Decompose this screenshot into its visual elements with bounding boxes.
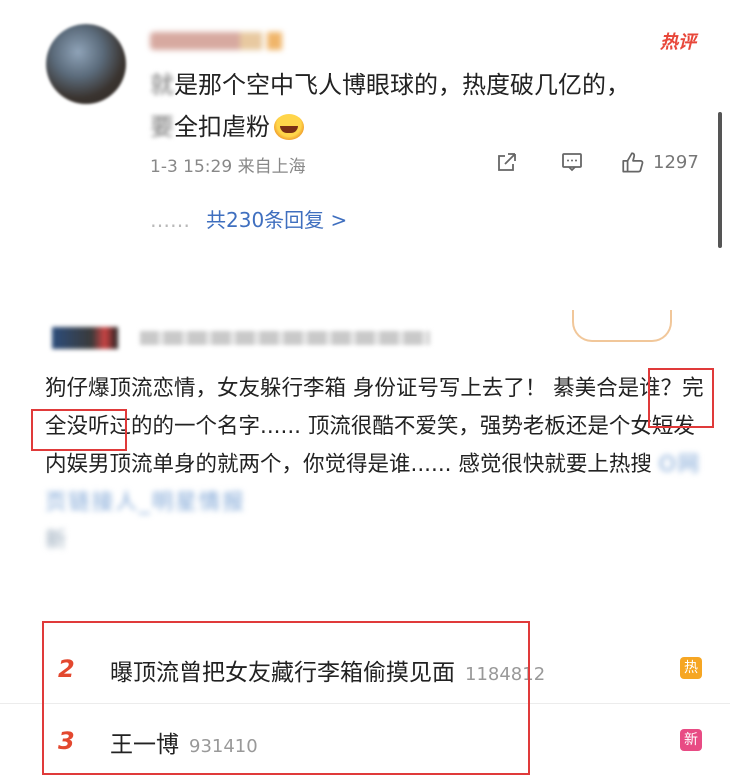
share-icon[interactable] <box>495 150 519 180</box>
scrollbar[interactable] <box>718 112 722 248</box>
thumbs-up-icon[interactable] <box>620 150 646 182</box>
replies-label: 共230条回复 > <box>206 208 348 232</box>
post-body: 狗仔爆顶流恋情，女友躲行李箱 身份证号写上去了！ 綦美合是谁？完全没听过的的一个… <box>45 370 710 560</box>
like-count: 1297 <box>653 152 699 173</box>
hot-comment-tag: 热评 <box>660 32 696 53</box>
highlight-box-name <box>31 409 127 451</box>
comment-text-line1: 是那个空中飞人博眼球的，热度破几亿的， <box>174 71 630 99</box>
post-meta-blurred <box>140 331 430 345</box>
hot-comment-card: 热评 就是那个空中飞人博眼球的，热度破几亿的， 要全扣虐粉 1-3 15:29 … <box>0 0 730 262</box>
comment-text-line2: 全扣虐粉 <box>174 113 270 141</box>
follow-button[interactable] <box>572 310 672 342</box>
hot-badge: 热 <box>680 657 702 679</box>
highlight-box-hot-search <box>42 621 530 775</box>
new-badge: 新 <box>680 729 702 751</box>
post-tail-blurred: 新 <box>45 528 67 553</box>
avatar[interactable] <box>46 24 126 104</box>
post-author-blurred[interactable] <box>52 327 432 351</box>
comment-time-location: 1-3 15:29 来自上海 <box>150 157 306 177</box>
post-text: 狗仔爆顶流恋情，女友躲行李箱 身份证号写上去了！ 綦美合是谁？完全没听过的的一个… <box>45 376 704 477</box>
laughing-crying-emoji-icon <box>274 114 304 140</box>
username-blurred[interactable] <box>150 32 300 50</box>
comment-blurred-char-2: 要 <box>150 113 174 141</box>
comment-blurred-char: 就 <box>150 71 174 99</box>
view-replies-link[interactable]: …… 共230条回复 > <box>150 204 347 233</box>
comment-meta-row: 1-3 15:29 来自上海 1297 <box>150 152 705 177</box>
replies-dots: …… <box>150 208 190 232</box>
post-avatar-blurred[interactable] <box>52 327 118 349</box>
divider-gap <box>0 262 730 312</box>
comment-icon[interactable] <box>560 150 584 180</box>
comment-text: 就是那个空中飞人博眼球的，热度破几亿的， 要全扣虐粉 <box>150 64 710 148</box>
highlight-box-surname <box>648 368 714 428</box>
